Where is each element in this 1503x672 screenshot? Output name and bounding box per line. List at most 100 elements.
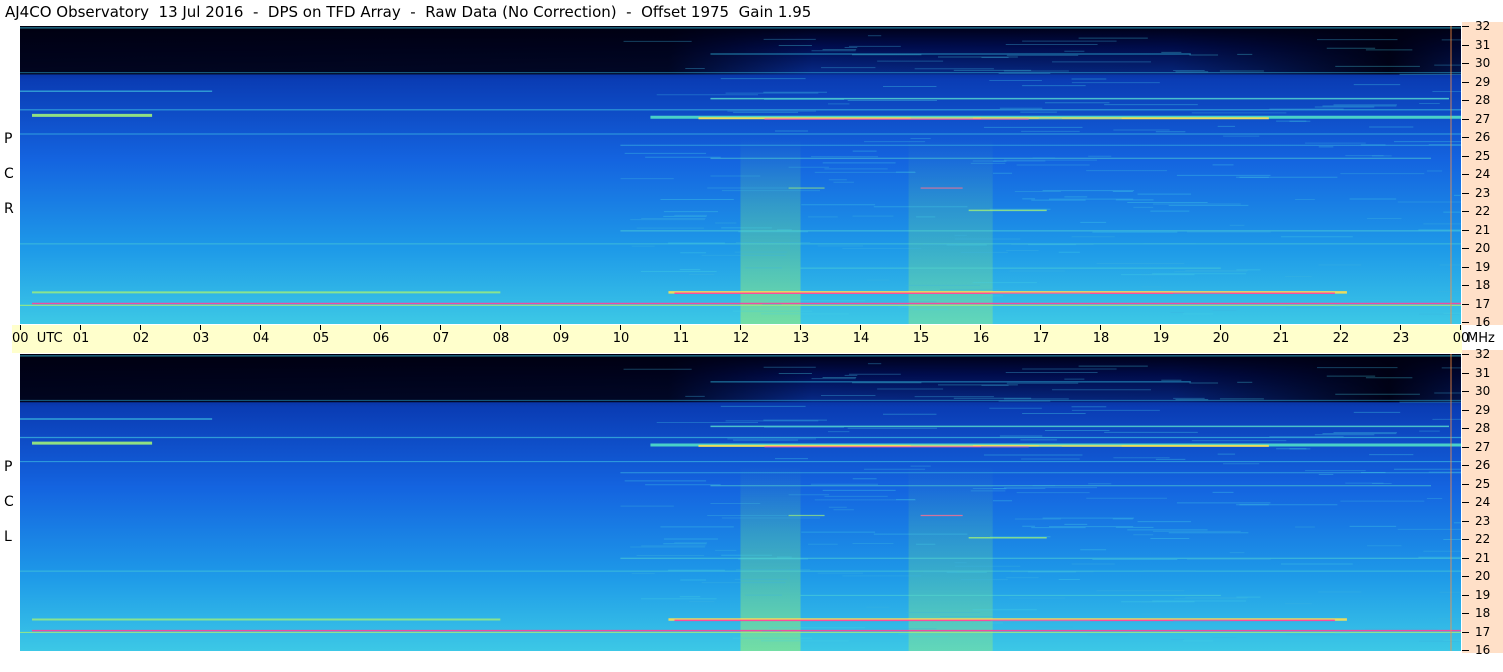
freq-tick	[1462, 137, 1469, 138]
time-tick-label: 21	[1272, 331, 1290, 346]
freq-tick-label: 31	[1475, 365, 1491, 380]
time-tick-label: 02	[132, 331, 150, 346]
freq-tick-label: 24	[1475, 495, 1491, 509]
freq-tick	[1462, 322, 1469, 323]
freq-tick	[1462, 650, 1469, 651]
freq-tick	[1462, 557, 1469, 559]
freq-tick-label: 25	[1475, 476, 1491, 491]
night-absorption-band	[20, 26, 1461, 75]
freq-tick-label: 23	[1475, 185, 1491, 200]
freq-tick	[1462, 81, 1469, 83]
freq-tick-label: 25	[1475, 148, 1491, 163]
time-tick-label: 07	[432, 331, 450, 346]
freq-tick	[1462, 155, 1469, 157]
spectrogram-lcp-image	[20, 354, 1461, 651]
freq-tick-label: 19	[1475, 587, 1491, 602]
freq-tick	[1462, 594, 1469, 596]
freq-tick-label: 23	[1475, 513, 1491, 528]
time-tick-label: 17	[1032, 331, 1050, 346]
freq-tick-label: 31	[1475, 37, 1491, 52]
freq-tick	[1462, 502, 1469, 503]
time-tick-label: 19	[1152, 331, 1170, 346]
time-tick-label: 22	[1332, 331, 1350, 346]
freq-tick-label: 29	[1475, 402, 1491, 417]
freq-tick	[1462, 520, 1469, 522]
freq-tick	[1462, 372, 1469, 374]
freq-tick-label: 26	[1475, 458, 1491, 472]
time-tick	[800, 325, 801, 330]
freq-tick-label: 16	[1475, 643, 1491, 657]
freq-tick-label: 16	[1475, 315, 1491, 329]
spectrogram-rcp	[20, 26, 1461, 324]
time-tick	[20, 325, 21, 330]
polarization-letter: P	[4, 131, 13, 147]
freq-tick	[1462, 266, 1469, 268]
freq-tick	[1462, 391, 1469, 392]
freq-tick	[1462, 44, 1469, 46]
time-axis: 00 UTC 01 02 03 04 05 06 07 08 09 10 11 12 13 14 15 16 17…	[12, 325, 1469, 353]
freq-tick-label: 22	[1475, 532, 1491, 546]
freq-tick	[1462, 248, 1469, 249]
time-tick	[1460, 325, 1461, 330]
spectrogram-lcp	[20, 354, 1461, 651]
freq-tick-label: 18	[1475, 278, 1491, 292]
freq-tick-label: 32	[1475, 19, 1491, 33]
time-tick	[320, 325, 321, 330]
freq-tick-label: 18	[1475, 606, 1491, 620]
freq-tick-label: 22	[1475, 204, 1491, 218]
night-absorption-band	[20, 354, 1461, 403]
freq-tick-label: 30	[1475, 384, 1491, 398]
time-tick	[620, 325, 621, 330]
time-tick	[1160, 325, 1161, 330]
time-tick	[1100, 325, 1101, 330]
time-tick-label: 12	[732, 331, 750, 346]
time-tick-label: 04	[252, 331, 270, 346]
freq-tick-label: 19	[1475, 259, 1491, 274]
time-tick	[1280, 325, 1281, 330]
freq-tick-label: 29	[1475, 74, 1491, 89]
freq-tick-label: 30	[1475, 56, 1491, 70]
time-tick	[140, 325, 141, 330]
time-tick-label: 11	[672, 331, 690, 346]
time-tick	[1340, 325, 1341, 330]
freq-axis-rcp: 32 31 30 29 28 27 26 25 24 23 22 21 20 19 18 17 16	[1462, 19, 1503, 329]
freq-tick	[1462, 211, 1469, 212]
freq-tick	[1462, 613, 1469, 614]
spectrogram-rcp-image	[20, 26, 1461, 324]
time-tick-label: 06	[372, 331, 390, 346]
time-tick-label: 23	[1392, 331, 1410, 346]
time-tick-label: 18	[1092, 331, 1110, 346]
freq-tick	[1462, 631, 1469, 633]
freq-tick-label: 20	[1475, 241, 1491, 255]
time-tick	[920, 325, 921, 330]
time-tick-label: 08	[492, 331, 510, 346]
freq-tick	[1462, 192, 1469, 194]
freq-tick	[1462, 354, 1469, 355]
freq-tick-label: 28	[1475, 93, 1491, 107]
time-tick-label: 10	[612, 331, 630, 346]
freq-tick-label: 21	[1475, 550, 1491, 565]
time-tick-label: 13	[792, 331, 810, 346]
freq-tick	[1462, 229, 1469, 231]
time-tick	[500, 325, 501, 330]
freq-tick	[1462, 285, 1469, 286]
time-tick-label: 03	[192, 331, 210, 346]
page-title: AJ4CO Observatory 13 Jul 2016 - DPS on T…	[5, 3, 812, 21]
freq-tick-label: 17	[1475, 296, 1491, 311]
time-tick	[80, 325, 81, 330]
time-tick	[860, 325, 861, 330]
freq-tick	[1462, 483, 1469, 485]
time-tick	[200, 325, 201, 330]
freq-tick	[1462, 576, 1469, 577]
freq-tick	[1462, 446, 1469, 448]
time-tick	[1220, 325, 1221, 330]
freq-axis-lcp: 32 31 30 29 28 27 26 25 24 23 22 21 20 19 18 17 16	[1462, 347, 1503, 657]
freq-tick-label: 21	[1475, 222, 1491, 237]
freq-unit-label: MHz	[1467, 331, 1495, 346]
time-tick-label: 20	[1212, 331, 1230, 346]
freq-tick-label: 24	[1475, 167, 1491, 181]
freq-tick	[1462, 26, 1469, 27]
polarization-letter: C	[4, 166, 14, 182]
time-tick-label: 14	[852, 331, 870, 346]
freq-tick	[1462, 118, 1469, 120]
